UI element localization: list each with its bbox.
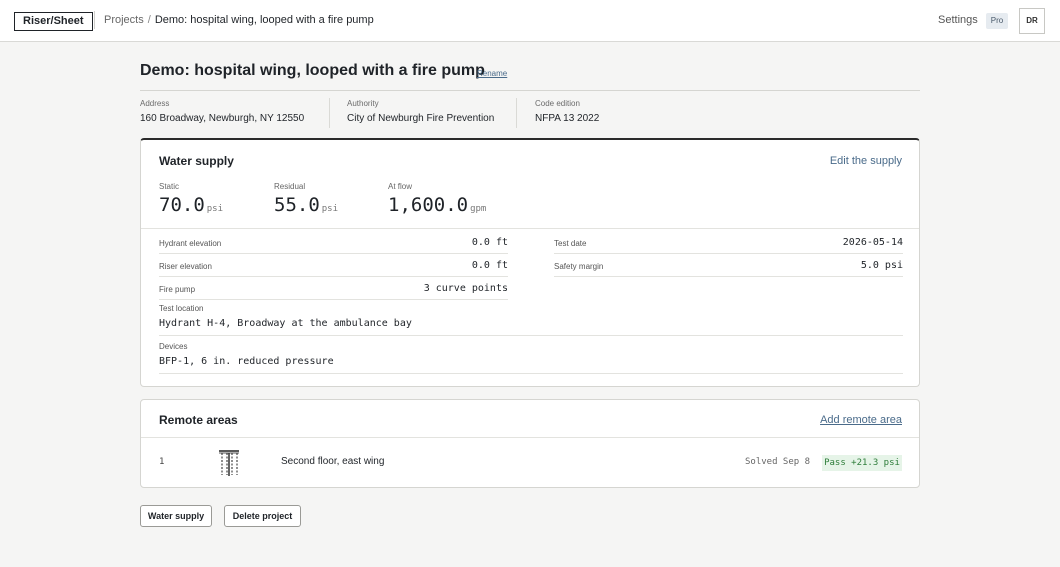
static-unit: psi: [206, 204, 224, 214]
edit-supply-link[interactable]: Edit the supply: [830, 155, 902, 167]
authority-label: Authority: [347, 99, 379, 108]
fire-pump-row: Fire pump 3 curve points: [159, 278, 508, 300]
remote-areas-title: Remote areas: [159, 413, 238, 427]
divider: [329, 98, 330, 128]
address-value: 160 Broadway, Newburgh, NY 12550: [140, 113, 305, 124]
code-edition-field: Code edition NFPA 13 2022: [535, 99, 599, 124]
water-supply-title: Water supply: [159, 154, 234, 168]
delete-project-button[interactable]: Delete project: [224, 505, 301, 527]
avatar[interactable]: DR: [1019, 8, 1045, 34]
flow-rate: At flow 1,600.0 gpm: [388, 182, 486, 216]
hydrant-elevation-label: Hydrant elevation: [159, 239, 222, 248]
devices-block: Devices BFP-1, 6 in. reduced pressure: [159, 342, 903, 374]
breadcrumb-projects-link[interactable]: Projects: [104, 14, 144, 26]
remote-area-row[interactable]: 1 Second floor, east wing Solved Sep 8 P…: [141, 437, 919, 487]
static-pressure: Static 70.0 psi: [159, 182, 223, 216]
rename-link[interactable]: Rename: [477, 69, 507, 78]
test-date-label: Test date: [554, 239, 587, 248]
hydrant-elevation-row: Hydrant elevation 0.0 ft: [159, 232, 508, 254]
pass-status-badge: Pass +21.3 psi: [822, 455, 902, 471]
code-edition-label: Code edition: [535, 99, 580, 108]
app-logo[interactable]: Riser/Sheet: [14, 12, 93, 31]
remote-area-name: Second floor, east wing: [281, 456, 385, 467]
test-location-value: Hydrant H-4, Broadway at the ambulance b…: [159, 318, 412, 329]
address-field: Address 160 Broadway, Newburgh, NY 12550: [140, 99, 304, 124]
divider: [516, 98, 517, 128]
residual-label: Residual: [274, 182, 306, 191]
remote-areas-card: Remote areas Add remote area 1 Second fl…: [140, 399, 920, 488]
fire-pump-value: 3 curve points: [423, 283, 508, 294]
remote-area-solved-date: Solved Sep 8: [745, 457, 811, 467]
flow-value: 1,600.0: [388, 194, 469, 216]
fire-pump-label: Fire pump: [159, 285, 196, 294]
code-edition-value: NFPA 13 2022: [535, 113, 600, 124]
breadcrumb: Projects / Demo: hospital wing, looped wit…: [104, 14, 374, 26]
top-bar: Riser/Sheet Projects / Demo: hospital wing…: [0, 0, 1060, 42]
divider: [140, 90, 920, 91]
safety-margin-label: Safety margin: [554, 262, 604, 271]
divider: [141, 228, 919, 229]
flow-unit: gpm: [470, 204, 487, 214]
devices-label: Devices: [159, 342, 188, 351]
water-supply-button[interactable]: Water supply: [140, 505, 212, 527]
safety-margin-row: Safety margin 5.0 psi: [554, 255, 903, 277]
residual-value: 55.0: [274, 194, 320, 216]
settings-link[interactable]: Settings: [938, 14, 978, 26]
divider: [94, 11, 95, 29]
riser-elevation-row: Riser elevation 0.0 ft: [159, 255, 508, 277]
flow-label: At flow: [388, 182, 413, 191]
test-date-value: 2026-05-14: [842, 237, 903, 248]
breadcrumb-separator: /: [147, 14, 151, 26]
page-title: Demo: hospital wing, looped with a fire …: [140, 62, 485, 79]
static-value: 70.0: [159, 194, 205, 216]
riser-elevation-label: Riser elevation: [159, 262, 212, 271]
water-supply-card: Water supply Edit the supply Static 70.0…: [140, 138, 920, 387]
sprinkler-layout-icon: [217, 449, 241, 482]
riser-elevation-value: 0.0 ft: [471, 260, 508, 271]
plan-badge: Pro: [986, 13, 1008, 29]
authority-field: Authority City of Newburgh Fire Preventi…: [347, 99, 494, 124]
devices-value: BFP-1, 6 in. reduced pressure: [159, 356, 334, 367]
breadcrumb-current: Demo: hospital wing, looped with a fire …: [154, 14, 374, 26]
residual-pressure: Residual 55.0 psi: [274, 182, 338, 216]
residual-unit: psi: [321, 204, 339, 214]
remote-area-number: 1: [159, 457, 165, 467]
address-label: Address: [140, 99, 170, 108]
authority-value: City of Newburgh Fire Prevention: [347, 113, 495, 124]
hydrant-elevation-value: 0.0 ft: [471, 237, 508, 248]
static-label: Static: [159, 182, 180, 191]
test-location-block: Test location Hydrant H-4, Broadway at t…: [159, 304, 903, 336]
test-location-label: Test location: [159, 304, 204, 313]
add-remote-area-link[interactable]: Add remote area: [820, 414, 902, 426]
safety-margin-value: 5.0 psi: [860, 260, 903, 271]
test-date-row: Test date 2026-05-14: [554, 232, 903, 254]
